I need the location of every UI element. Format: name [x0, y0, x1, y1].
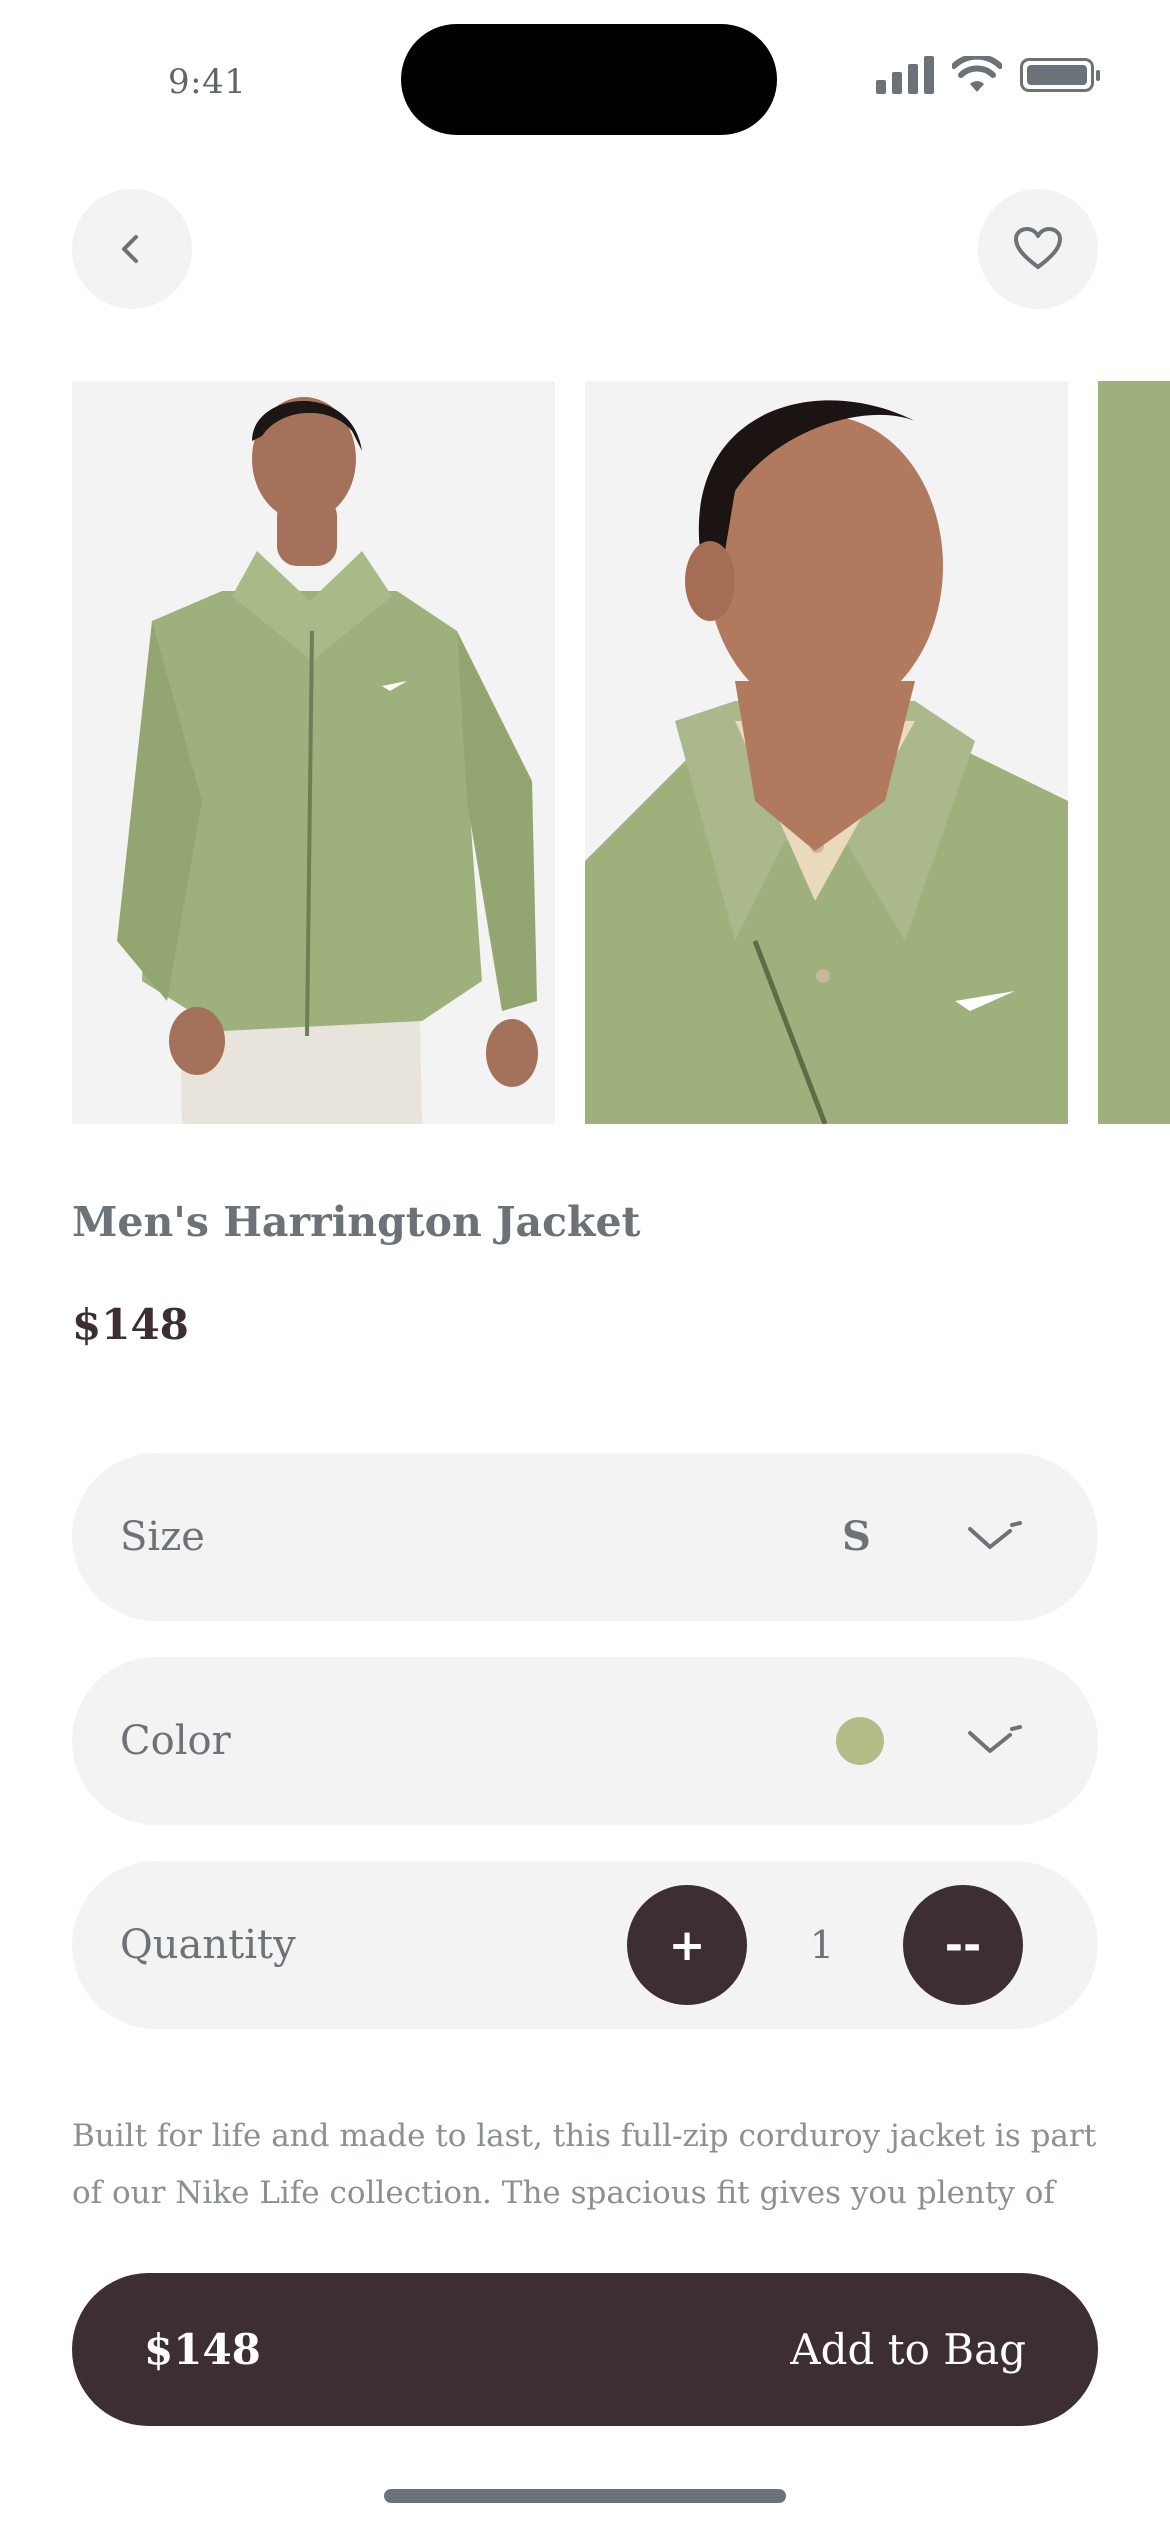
- heart-icon: [1014, 227, 1062, 269]
- size-value: S: [842, 1513, 871, 1560]
- color-label: Color: [120, 1718, 231, 1764]
- increase-quantity-button[interactable]: +: [627, 1885, 747, 2005]
- size-label: Size: [120, 1514, 205, 1560]
- chevron-left-icon: [122, 235, 138, 263]
- signal-icon: [876, 56, 934, 94]
- product-image-fabric[interactable]: [1098, 381, 1170, 1124]
- size-selector[interactable]: Size S: [72, 1453, 1098, 1621]
- color-selector[interactable]: Color: [72, 1657, 1098, 1825]
- chevron-down-icon: [968, 1521, 1022, 1549]
- product-title: Men's Harrington Jacket: [72, 1198, 641, 1246]
- decrease-quantity-button[interactable]: --: [903, 1885, 1023, 2005]
- jacket-photo-1: [72, 381, 555, 1124]
- bag-price: $148: [144, 2325, 261, 2374]
- battery-icon: [1020, 58, 1100, 92]
- quantity-label: Quantity: [120, 1922, 296, 1968]
- quantity-value: 1: [809, 1923, 835, 1967]
- dynamic-island: [401, 24, 777, 135]
- product-image-full-body[interactable]: [72, 381, 555, 1124]
- status-time: 9:41: [168, 62, 247, 102]
- product-image-closeup[interactable]: [585, 381, 1068, 1124]
- chevron-down-icon: [968, 1725, 1022, 1753]
- wifi-icon: [952, 56, 1002, 92]
- quantity-stepper: Quantity + 1 --: [72, 1861, 1098, 2029]
- jacket-photo-2: [585, 381, 1068, 1124]
- back-button[interactable]: [72, 189, 192, 309]
- status-icons: [876, 56, 1100, 94]
- home-indicator: [384, 2489, 786, 2503]
- product-gallery[interactable]: [72, 381, 1170, 1124]
- bag-label: Add to Bag: [790, 2325, 1026, 2374]
- product-description: Built for life and made to last, this fu…: [72, 2118, 1097, 2211]
- add-to-bag-button[interactable]: $148 Add to Bag: [72, 2273, 1098, 2426]
- product-price: $148: [72, 1300, 189, 1349]
- favorite-button[interactable]: [978, 189, 1098, 309]
- color-swatch: [836, 1717, 884, 1765]
